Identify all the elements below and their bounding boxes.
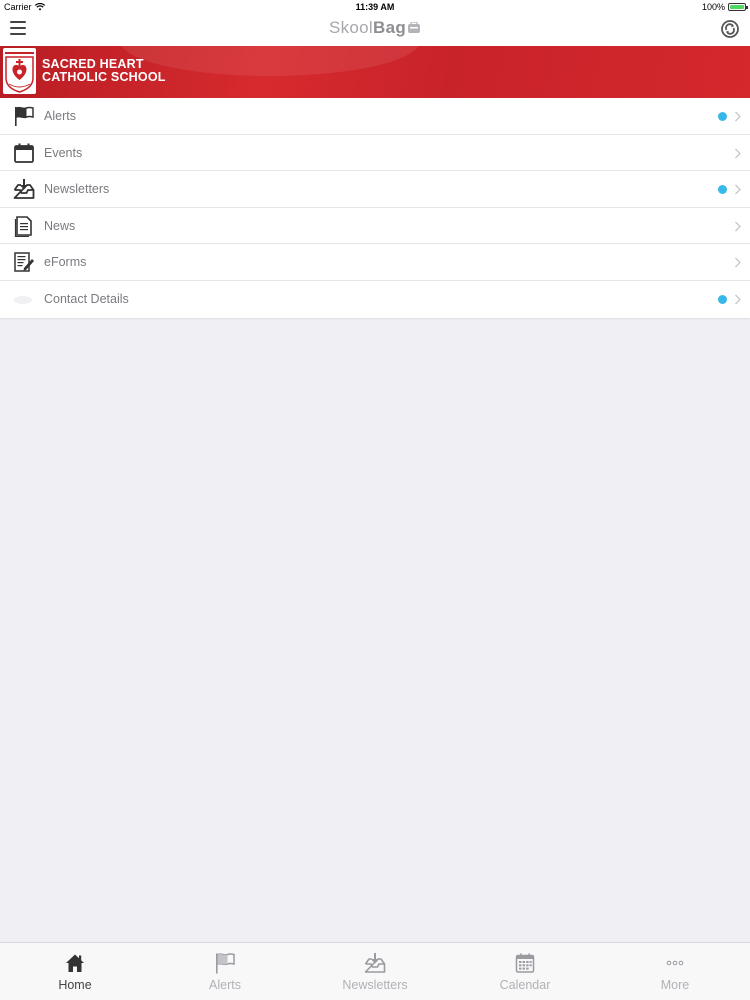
chevron-right-icon [735,111,741,122]
contact-icon [14,295,32,304]
menu-item-label: Contact Details [44,291,129,306]
unread-dot [718,112,727,121]
menu-item-label: Events [44,145,83,160]
menu-item-contact-details[interactable]: Contact Details [0,281,750,318]
chevron-right-icon [735,257,741,268]
tab-more[interactable]: More [600,943,750,1000]
battery-percent: 100% [701,2,725,12]
inbox-download-icon [13,179,35,200]
tab-alerts[interactable]: Alerts [150,943,300,1000]
brand-light: Skool [328,18,373,37]
chevron-right-icon [735,148,741,159]
battery-icon [728,3,748,11]
calendar-grid-icon [515,953,535,973]
inbox-download-icon [364,953,386,973]
more-icon [666,960,684,966]
menu-item-events[interactable]: Events [0,135,750,172]
tab-home[interactable]: Home [0,943,150,1000]
skoolbag-logo-icon [408,22,421,33]
tab-newsletters[interactable]: Newsletters [300,943,450,1000]
school-banner: SACRED HEART CATHOLIC SCHOOL [0,46,750,98]
bottom-tab-bar: Home Alerts Newsletters Calendar More [0,942,750,1000]
chevron-right-icon [735,221,741,232]
menu-item-label: eForms [44,255,87,270]
form-edit-icon [14,252,34,273]
tab-label: Calendar [499,978,551,992]
status-bar: Carrier 11:39 AM 100% [0,0,750,14]
menu-item-alerts[interactable]: Alerts [0,98,750,135]
calendar-icon [14,143,34,163]
school-name: SACRED HEART CATHOLIC SCHOOL [42,58,166,83]
menu-item-label: News [44,218,76,233]
menu-item-label: Newsletters [44,182,110,197]
flag-icon [15,106,34,126]
school-name-line1: SACRED HEART [42,57,144,71]
school-name-line2: CATHOLIC SCHOOL [42,69,166,84]
unread-dot [718,185,727,195]
document-icon [14,215,32,237]
tab-label: Alerts [209,978,241,992]
tab-calendar[interactable]: Calendar [450,943,600,1000]
menu-item-label: Alerts [44,109,76,123]
status-right: 100% [701,2,748,12]
home-icon [66,954,84,972]
chevron-right-icon [735,294,741,305]
status-time: 11:39 AM [355,2,395,12]
menu-item-news[interactable]: News [0,208,750,245]
nav-bar: SkoolBag [0,14,750,46]
menu-item-eforms[interactable]: eForms [0,244,750,281]
unread-dot [718,294,727,304]
refresh-icon[interactable] [720,19,740,39]
tab-label: Home [58,978,92,992]
menu-item-newsletters[interactable]: Newsletters [0,171,750,208]
school-crest-logo [3,48,36,94]
tab-label: Newsletters [342,978,408,992]
flag-icon [216,953,235,974]
brand-bold: Bag [373,18,407,37]
app-logo: SkoolBag [0,18,750,38]
home-menu-list: Alerts Events Newsletters News eForms Co… [0,98,750,318]
tab-label: More [660,978,690,992]
chevron-right-icon [735,184,741,195]
